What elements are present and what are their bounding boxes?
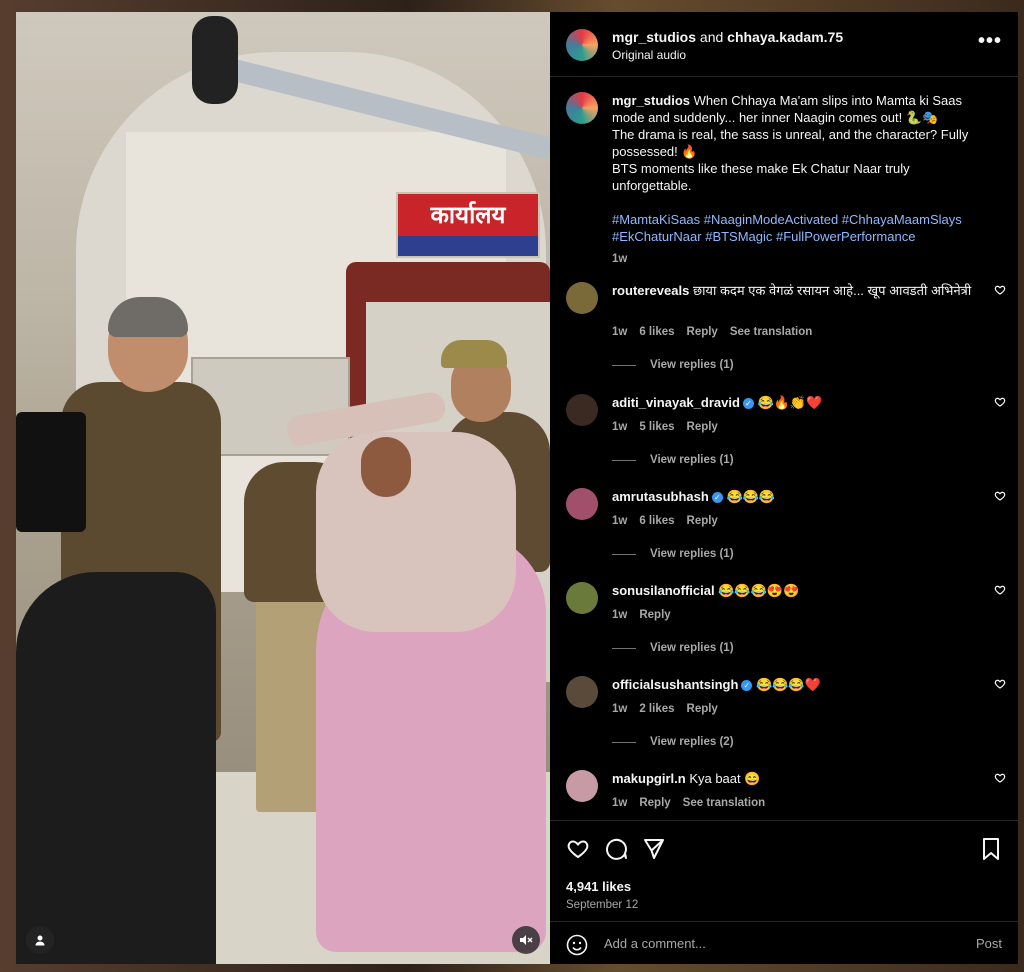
comment-meta: 1w 6 likes Reply xyxy=(612,515,718,527)
comment-time: 1w xyxy=(612,421,628,433)
comment-time: 1w xyxy=(612,609,628,621)
cameraman-figure xyxy=(16,572,216,964)
verified-badge-icon: ✓ xyxy=(741,680,753,692)
comment-likes[interactable]: 6 likes xyxy=(639,326,674,338)
more-horizontal-icon[interactable]: ••• xyxy=(978,30,1002,53)
comment-time: 1w xyxy=(612,515,628,527)
muted-speaker-icon[interactable] xyxy=(512,926,540,954)
post-date: September 12 xyxy=(566,899,639,911)
avatar[interactable] xyxy=(566,394,598,426)
comment-username[interactable]: amrutasubhash xyxy=(612,489,709,504)
avatar[interactable] xyxy=(566,770,598,802)
view-replies-button[interactable]: View replies (1) xyxy=(612,454,734,466)
comment-time: 1w xyxy=(612,326,628,338)
comment-meta: 1w Reply See translation xyxy=(612,797,765,809)
caption-hashtags[interactable]: #MamtaKiSaas #NaaginModeActivated #Chhay… xyxy=(612,211,992,245)
comment-likes[interactable]: 6 likes xyxy=(639,515,674,527)
reply-button[interactable]: Reply xyxy=(687,421,718,433)
comment-like-heart-icon[interactable] xyxy=(994,584,1006,599)
caption-time: 1w xyxy=(612,253,628,265)
add-comment-bar: Add a comment... Post xyxy=(550,921,1018,964)
reply-button[interactable]: Reply xyxy=(639,609,670,621)
office-sign-text: कार्यालय xyxy=(430,201,506,229)
comment-text: Kya baat 😄 xyxy=(689,771,761,786)
likes-count[interactable]: 4,941 likes xyxy=(566,879,631,894)
post-authors: mgr_studios and chhaya.kadam.75 xyxy=(612,29,843,45)
reply-button[interactable]: Reply xyxy=(639,797,670,809)
caption-line-3: BTS moments like these make Ek Chatur Na… xyxy=(612,161,910,193)
view-replies-label: View replies (1) xyxy=(650,642,734,654)
comment-like-heart-icon[interactable] xyxy=(994,678,1006,693)
comment-username[interactable]: officialsushantsingh xyxy=(612,677,738,692)
avatar[interactable] xyxy=(566,488,598,520)
avatar[interactable] xyxy=(566,676,598,708)
post-header: mgr_studios and chhaya.kadam.75 Original… xyxy=(550,12,1018,77)
view-replies-label: View replies (1) xyxy=(650,454,734,466)
post-actions: 4,941 likes September 12 Add a comment..… xyxy=(550,820,1018,964)
avatar[interactable] xyxy=(566,282,598,314)
comment-username[interactable]: aditi_vinayak_dravid xyxy=(612,395,740,410)
comment-username[interactable]: makupgirl.n xyxy=(612,771,686,786)
reply-button[interactable]: Reply xyxy=(687,515,718,527)
comments-list[interactable]: mgr_studios When Chhaya Ma'am slips into… xyxy=(550,76,1018,820)
comment-time: 1w xyxy=(612,797,628,809)
comment-meta: 1w 5 likes Reply xyxy=(612,421,718,433)
comment-like-heart-icon[interactable] xyxy=(994,772,1006,787)
comment-text: 😂😂😂 xyxy=(726,489,775,504)
comment-like-heart-icon[interactable] xyxy=(994,396,1006,411)
comment-likes[interactable]: 5 likes xyxy=(639,421,674,433)
office-sign: कार्यालय xyxy=(396,192,540,258)
view-replies-label: View replies (1) xyxy=(650,548,734,560)
see-translation-button[interactable]: See translation xyxy=(730,326,812,338)
post-button[interactable]: Post xyxy=(976,936,1002,951)
view-replies-button[interactable]: View replies (1) xyxy=(612,642,734,654)
author-link-1[interactable]: mgr_studios xyxy=(612,29,696,45)
caption-line-2: The drama is real, the sass is unreal, a… xyxy=(612,127,969,159)
comment-username[interactable]: sonusilanofficial xyxy=(612,583,715,598)
comment-input[interactable]: Add a comment... xyxy=(604,936,706,951)
view-replies-label: View replies (2) xyxy=(650,736,734,748)
comment-text: 😂😂😂😍😍 xyxy=(718,583,800,598)
boom-mic xyxy=(192,16,238,104)
reply-button[interactable]: Reply xyxy=(687,326,718,338)
comment-icon[interactable] xyxy=(604,837,628,867)
author-link-2[interactable]: chhaya.kadam.75 xyxy=(727,29,843,45)
view-replies-button[interactable]: View replies (1) xyxy=(612,548,734,560)
emoji-icon[interactable] xyxy=(566,934,588,962)
post-video[interactable]: कार्यालय xyxy=(16,12,550,964)
bookmark-icon[interactable] xyxy=(980,837,1002,867)
comment-text: 😂😂😂❤️ xyxy=(756,677,821,692)
view-replies-button[interactable]: View replies (1) xyxy=(612,359,734,371)
post-modal: कार्यालय mgr_studios and chhaya.kadam.75… xyxy=(16,12,1018,964)
comment-like-heart-icon[interactable] xyxy=(994,490,1006,505)
person-icon[interactable] xyxy=(26,926,54,954)
comment-text: 😂🔥👏❤️ xyxy=(757,395,823,410)
comment-like-heart-icon[interactable] xyxy=(994,284,1006,299)
comment-meta: 1w Reply xyxy=(612,609,671,621)
verified-badge-icon: ✓ xyxy=(742,398,754,410)
view-replies-button[interactable]: View replies (2) xyxy=(612,736,734,748)
heart-icon[interactable] xyxy=(566,837,590,867)
verified-badge-icon: ✓ xyxy=(711,492,723,504)
comment-username[interactable]: routereveals xyxy=(612,283,689,298)
avatar[interactable] xyxy=(566,29,598,61)
comment-meta: 1w 2 likes Reply xyxy=(612,703,718,715)
and-text: and xyxy=(699,29,724,45)
view-replies-label: View replies (1) xyxy=(650,359,734,371)
comment-meta: 1w 6 likes Reply See translation xyxy=(612,326,812,338)
see-translation-button[interactable]: See translation xyxy=(683,797,765,809)
comment-time: 1w xyxy=(612,703,628,715)
caption-username[interactable]: mgr_studios xyxy=(612,93,690,108)
avatar[interactable] xyxy=(566,582,598,614)
audio-link[interactable]: Original audio xyxy=(612,48,686,62)
avatar[interactable] xyxy=(566,92,598,124)
comment-likes[interactable]: 2 likes xyxy=(639,703,674,715)
post-details-panel: mgr_studios and chhaya.kadam.75 Original… xyxy=(550,12,1018,964)
reply-button[interactable]: Reply xyxy=(687,703,718,715)
comment-text: छाया कदम एक वेगळं रसायन आहे... खूप आवडती… xyxy=(692,283,972,298)
send-icon[interactable] xyxy=(642,837,666,867)
